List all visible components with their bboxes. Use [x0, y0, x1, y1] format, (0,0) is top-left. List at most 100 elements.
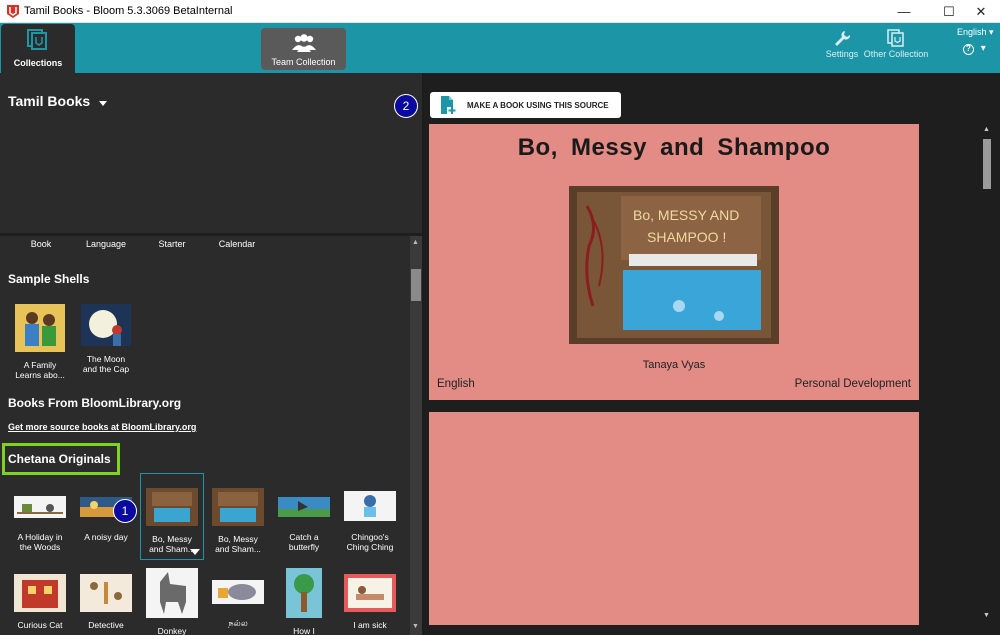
ui-language-value: English	[957, 27, 987, 37]
book-title-line: A Holiday in	[17, 532, 63, 542]
book-thumbnail	[286, 568, 322, 618]
other-collection-button[interactable]: Other Collection	[862, 29, 930, 59]
chevron-down-icon: ▾	[980, 43, 986, 54]
make-book-button[interactable]: MAKE A BOOK USING THIS SOURCE	[430, 92, 621, 118]
book-thumbnail	[344, 491, 396, 521]
book-item[interactable]: A Holiday in the Woods	[8, 488, 72, 552]
scroll-down-icon[interactable]: ▼	[983, 612, 990, 619]
bloom-app-icon	[7, 5, 19, 18]
book-author: Tanaya Vyas	[642, 359, 706, 371]
book-thumbnail	[146, 488, 198, 526]
left-scrollbar[interactable]: ▲ ▼	[410, 236, 422, 635]
book-title-line: நல்ல	[228, 618, 248, 628]
book-item[interactable]: Bo, Messy and Sham...	[206, 488, 270, 554]
book-item[interactable]: நல்ல	[206, 580, 270, 628]
scroll-thumb[interactable]	[411, 269, 421, 301]
book-title-line: Bo, Messy	[152, 534, 192, 544]
book-title-line: I am sick	[353, 620, 387, 630]
collections-icon	[27, 29, 47, 50]
minimize-button[interactable]: —	[885, 0, 923, 23]
chevron-down-icon: ▾	[989, 27, 994, 37]
book-item[interactable]: Detective	[74, 574, 138, 630]
scroll-thumb[interactable]	[983, 139, 991, 189]
collection-menu-arrow-icon[interactable]	[99, 101, 107, 106]
book-preview-title: Bo, Messy and Shampoo	[517, 134, 831, 161]
help-menu[interactable]: ? ▾	[963, 43, 986, 55]
book-title-line: and Sham...	[149, 544, 195, 554]
book-title-line: butterfly	[288, 542, 320, 552]
book-cover-image: Bo, MESSY AND SHAMPOO !	[569, 186, 779, 344]
wrench-icon	[835, 31, 851, 46]
team-icon	[292, 34, 316, 52]
book-preview-page: Bo, Messy and Shampoo Bo, MESSY AND SHAM…	[429, 124, 919, 400]
ui-language-select[interactable]: English ▾	[957, 27, 994, 38]
book-thumbnail	[278, 497, 330, 517]
window-title: Tamil Books - Bloom 5.3.3069 BetaInterna…	[24, 5, 233, 17]
cover-text: Bo, MESSY AND	[633, 207, 739, 223]
cover-text: SHAMPOO !	[647, 229, 726, 245]
preview-scrollbar[interactable]: ▲ ▼	[980, 124, 994, 624]
book-thumbnail	[14, 496, 66, 518]
tab-collections[interactable]: Collections	[1, 24, 75, 73]
book-title-line: Curious Cat	[17, 620, 63, 630]
book-title-line: How I	[293, 626, 315, 635]
book-thumbnail	[15, 304, 65, 352]
book-thumbnail	[80, 574, 132, 612]
book-title-line: The Moon	[86, 354, 126, 364]
book-thumbnail	[212, 580, 264, 604]
top-toolbar: Collections Team Collection Settings Oth…	[0, 23, 1000, 73]
team-collection-label: Team Collection	[271, 57, 336, 67]
book-preview-page-2	[429, 412, 919, 625]
book-title-line: Detective	[88, 620, 124, 630]
help-icon: ?	[963, 44, 974, 55]
shell-caption: Calendar	[218, 239, 256, 249]
collection-header: Tamil Books	[0, 73, 422, 233]
make-book-label: MAKE A BOOK USING THIS SOURCE	[467, 101, 609, 110]
book-title-line: Catch a	[289, 532, 319, 542]
book-title-line: A Family	[23, 360, 57, 370]
book-item[interactable]: Chingoo's Ching Ching	[338, 488, 402, 552]
close-icon: ✕	[975, 3, 987, 19]
other-collection-label: Other Collection	[863, 49, 929, 59]
book-title-line: Ching Ching	[346, 542, 394, 552]
scroll-up-icon[interactable]: ▲	[983, 126, 990, 133]
book-thumbnail	[146, 568, 198, 618]
team-collection-button[interactable]: Team Collection	[261, 28, 346, 70]
callout-badge-2: 2	[394, 94, 418, 118]
book-title-line: Chingoo's	[351, 532, 389, 542]
scroll-up-icon[interactable]: ▲	[412, 239, 419, 246]
scroll-down-icon[interactable]: ▼	[412, 623, 419, 630]
maximize-icon: ☐	[943, 3, 955, 19]
book-thumbnail	[81, 304, 131, 346]
book-title-line: and the Cap	[82, 364, 130, 374]
book-thumbnail	[14, 574, 66, 612]
tab-collections-label: Collections	[13, 58, 63, 68]
book-item[interactable]: Curious Cat	[8, 574, 72, 630]
book-topic: Personal Development	[794, 378, 911, 390]
book-title-line: and Sham...	[215, 544, 261, 554]
book-item-selected[interactable]: Bo, Messy and Sham...	[140, 473, 204, 560]
book-thumbnail	[344, 574, 396, 612]
more-books-link[interactable]: Get more source books at BloomLibrary.or…	[8, 422, 196, 432]
close-button[interactable]: ✕	[962, 0, 1000, 23]
sources-list: Book Language Starter Calendar Sample Sh…	[0, 236, 410, 635]
book-title-line: Learns abo...	[15, 370, 65, 380]
callout-badge-1: 1	[113, 499, 137, 523]
book-title-line: the Woods	[19, 542, 61, 552]
shell-caption: Starter	[158, 239, 186, 249]
book-language: English	[437, 378, 475, 390]
book-item[interactable]: Donkey	[140, 568, 204, 635]
book-title-line: Donkey	[157, 626, 187, 635]
book-item[interactable]: A Family Learns abo...	[8, 304, 72, 380]
settings-button[interactable]: Settings	[822, 29, 862, 59]
book-item[interactable]: How I	[272, 568, 336, 635]
book-menu-arrow-icon[interactable]	[190, 549, 200, 555]
book-item[interactable]: The Moon and the Cap	[74, 304, 138, 374]
section-sample-shells: Sample Shells	[8, 272, 90, 286]
book-item[interactable]: Catch a butterfly	[272, 488, 336, 552]
section-bloom-library: Books From BloomLibrary.org	[8, 396, 182, 410]
book-thumbnail	[212, 488, 264, 526]
book-title-line: A noisy day	[84, 532, 128, 542]
settings-label: Settings	[825, 49, 859, 59]
book-item[interactable]: I am sick	[338, 574, 402, 630]
